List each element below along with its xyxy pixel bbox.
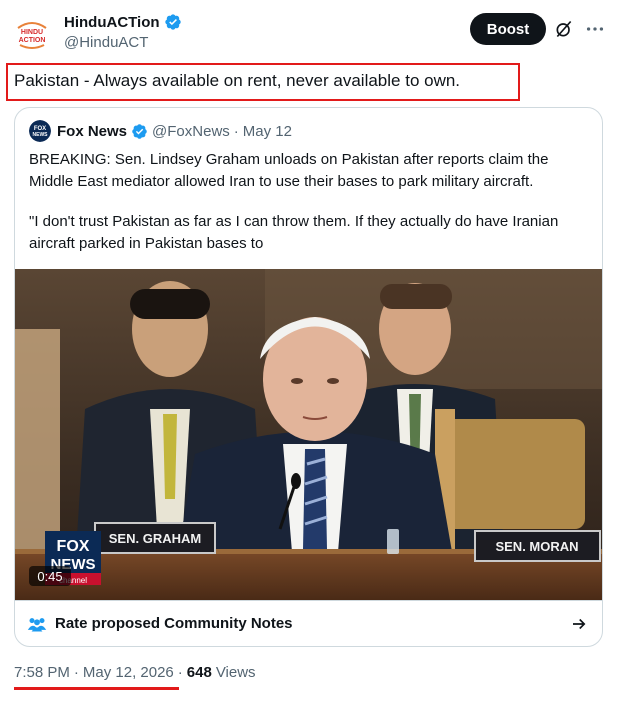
quote-author-handle[interactable]: @FoxNews	[152, 123, 230, 140]
quote-body: BREAKING: Sen. Lindsey Graham unloads on…	[29, 149, 594, 273]
video-media[interactable]: SEN. GRAHAM SEN. MORAN FOX NEWS channel	[15, 269, 602, 600]
svg-text:NEWS: NEWS	[33, 132, 49, 138]
author-avatar[interactable]: HINDU ACTION	[12, 14, 52, 54]
tweet-text: Pakistan - Always available on rent, nev…	[14, 71, 461, 90]
video-duration: 0:45	[29, 566, 71, 586]
tweet-meta: 7:58 PM · May 12, 2026 · 648 Views	[14, 664, 256, 681]
channel-logo-line1: FOX	[57, 538, 90, 555]
quote-verified-badge-icon	[132, 124, 147, 139]
meta-separator-2: ·	[177, 664, 183, 681]
timestamp-underline-highlight	[14, 687, 179, 690]
svg-text:ACTION: ACTION	[19, 37, 46, 44]
quote-separator: ·	[233, 123, 239, 140]
quote-paragraph-2: "I don't trust Pakistan as far as I can …	[29, 213, 559, 252]
meta-separator: ·	[73, 664, 79, 681]
quoted-tweet[interactable]: FOX NEWS Fox News @FoxNews · May 12 BREA…	[14, 107, 603, 647]
grok-slash-icon[interactable]	[554, 19, 574, 39]
tweet-date[interactable]: May 12, 2026	[83, 664, 174, 681]
views-count: 648	[186, 664, 212, 681]
quote-paragraph-1: BREAKING: Sen. Lindsey Graham unloads on…	[29, 151, 549, 190]
svg-text:HINDU: HINDU	[21, 29, 43, 36]
author-handle[interactable]: @HinduACT	[64, 34, 148, 51]
quote-author-name[interactable]: Fox News	[57, 123, 127, 140]
community-notes-label[interactable]: Rate proposed Community Notes	[55, 615, 293, 632]
verified-badge-icon	[164, 14, 181, 30]
arrow-right-icon[interactable]	[570, 615, 588, 633]
author-name[interactable]: HinduACTion	[64, 14, 160, 31]
tweet-time[interactable]: 7:58 PM	[14, 664, 70, 681]
nameplate-right: SEN. MORAN	[495, 539, 578, 554]
tweet-header: HINDU ACTION HinduACTion @HinduACT Boost	[0, 0, 627, 62]
quote-date[interactable]: May 12	[243, 123, 292, 140]
author-name-row[interactable]: HinduACTion	[64, 13, 182, 31]
nameplate-left: SEN. GRAHAM	[109, 531, 201, 546]
quote-header: Fox News @FoxNews · May 12	[57, 123, 292, 140]
video-frame: SEN. GRAHAM SEN. MORAN FOX NEWS channel	[15, 269, 602, 600]
more-options-icon[interactable]	[584, 18, 606, 40]
boost-button[interactable]: Boost	[470, 13, 546, 45]
community-notes-row[interactable]: Rate proposed Community Notes	[15, 600, 602, 646]
quote-author-avatar[interactable]: FOX NEWS	[29, 120, 51, 142]
views-label: Views	[215, 664, 256, 681]
community-notes-people-icon	[27, 618, 47, 632]
